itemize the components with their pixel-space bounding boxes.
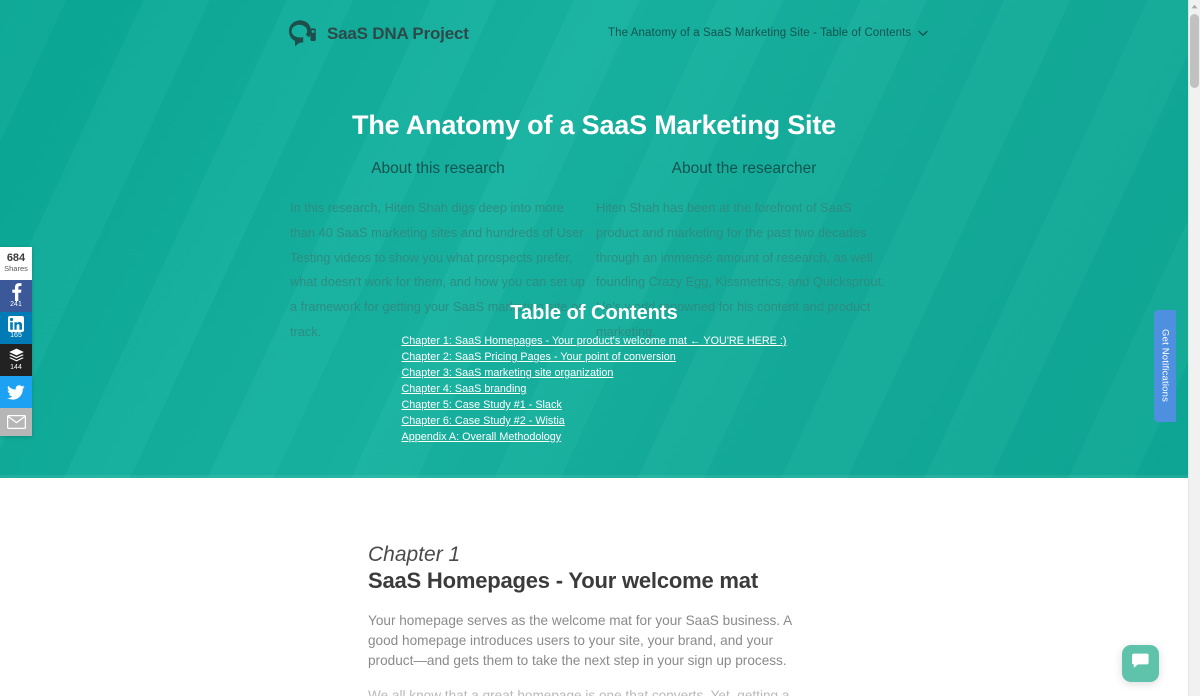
chapter-kicker: Chapter 1: [368, 543, 461, 566]
share-count-buffer: 144: [10, 364, 22, 371]
chapter-content-section: Chapter 1 SaaS Homepages - Your welcome …: [0, 478, 1188, 696]
browser-page: SaaS DNA Project The Anatomy of a SaaS M…: [0, 0, 1200, 696]
table-of-contents-title: Table of Contents: [510, 302, 678, 324]
pi-logo-icon: [286, 18, 318, 50]
get-notifications-tab[interactable]: Get Notifications: [1154, 310, 1176, 422]
chevron-down-icon: [918, 30, 928, 37]
share-button-buffer[interactable]: 144: [0, 344, 32, 376]
share-total-label: Shares: [4, 264, 28, 273]
linkedin-icon: [8, 316, 24, 332]
toc-link-chapter-3[interactable]: Chapter 3: SaaS marketing site organizat…: [402, 365, 787, 381]
toc-link-chapter-5[interactable]: Chapter 5: Case Study #1 - Slack: [402, 397, 787, 413]
scroll-up-arrow-icon[interactable]: [1189, 0, 1200, 13]
brand-name-label: SaaS DNA Project: [327, 24, 469, 43]
table-of-contents: Table of Contents Chapter 1: SaaS Homepa…: [0, 302, 1188, 445]
share-button-linkedin[interactable]: 165: [0, 312, 32, 344]
share-button-facebook[interactable]: 241: [0, 280, 32, 312]
top-navigation-bar: SaaS DNA Project The Anatomy of a SaaS M…: [0, 0, 1188, 70]
chapter-paragraph-2: We all know that a great homepage is one…: [368, 688, 790, 696]
scrollbar-thumb[interactable]: [1190, 14, 1199, 88]
share-count-linkedin: 165: [10, 332, 22, 339]
get-notifications-label: Get Notifications: [1159, 329, 1171, 403]
toc-link-chapter-1[interactable]: Chapter 1: SaaS Homepages - Your product…: [402, 333, 787, 349]
share-button-email[interactable]: [0, 408, 32, 436]
nav-table-of-contents-dropdown[interactable]: The Anatomy of a SaaS Marketing Site - T…: [608, 27, 928, 39]
table-of-contents-list: Chapter 1: SaaS Homepages - Your product…: [402, 333, 787, 445]
page-viewport: SaaS DNA Project The Anatomy of a SaaS M…: [0, 0, 1188, 696]
toc-link-appendix-a[interactable]: Appendix A: Overall Methodology: [402, 429, 787, 445]
chapter-title: SaaS Homepages - Your welcome mat: [368, 568, 758, 593]
buffer-icon: [8, 348, 25, 364]
share-total-count: 684 Shares: [0, 247, 32, 280]
chapter-paragraph-1: Your homepage serves as the welcome mat …: [368, 613, 792, 669]
about-researcher-heading: About the researcher: [671, 160, 817, 177]
about-research-heading: About this research: [371, 160, 505, 177]
facebook-icon: [11, 283, 22, 301]
toc-link-chapter-4[interactable]: Chapter 4: SaaS branding: [402, 381, 787, 397]
share-button-twitter[interactable]: [0, 376, 32, 408]
social-share-rail: 684 Shares 241 165 144: [0, 247, 32, 436]
hero-section: SaaS DNA Project The Anatomy of a SaaS M…: [0, 0, 1188, 478]
toc-link-chapter-6[interactable]: Chapter 6: Case Study #2 - Wistia: [402, 413, 787, 429]
chat-widget-button[interactable]: [1122, 645, 1159, 682]
brand-logo-link[interactable]: SaaS DNA Project: [286, 18, 469, 50]
share-count-facebook: 241: [10, 301, 22, 308]
share-total-number: 684: [6, 252, 26, 264]
toc-link-chapter-2[interactable]: Chapter 2: SaaS Pricing Pages - Your poi…: [402, 349, 787, 365]
chat-bubble-icon: [1131, 652, 1150, 675]
nav-toc-label: The Anatomy of a SaaS Marketing Site - T…: [608, 27, 912, 39]
page-title: The Anatomy of a SaaS Marketing Site: [352, 110, 836, 140]
envelope-icon: [6, 415, 26, 429]
vertical-scrollbar[interactable]: [1188, 0, 1200, 696]
twitter-icon: [7, 384, 25, 400]
